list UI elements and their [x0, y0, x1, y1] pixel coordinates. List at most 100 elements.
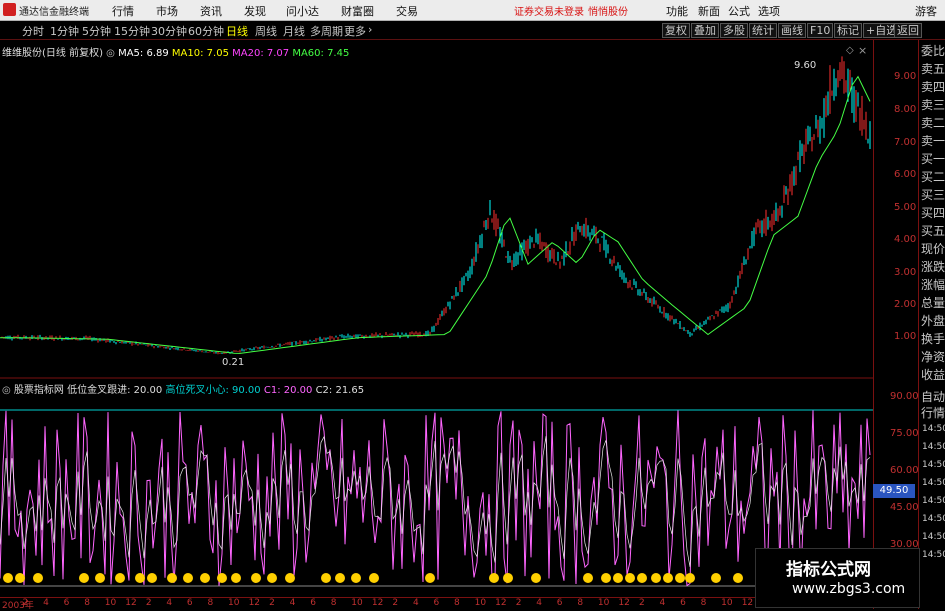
price-tick: 7.00	[894, 137, 917, 148]
side-label[interactable]: 涨跌	[921, 260, 945, 274]
time-axis-label: 8	[330, 598, 337, 608]
menu-news[interactable]: 资讯	[200, 3, 222, 19]
app-logo-icon	[3, 3, 16, 16]
smiley-signal-icon	[425, 573, 435, 583]
period-tab[interactable]: 15分钟	[114, 23, 150, 39]
menu-market[interactable]: 市场	[156, 3, 178, 19]
price-axis: 9.00 8.00 7.00 6.00 5.00 4.00 3.00 2.00 …	[873, 40, 919, 609]
time-axis-label: 10	[721, 598, 733, 608]
time-axis-label: 8	[84, 598, 90, 608]
osc-param: C1: 20.00	[263, 385, 313, 396]
smiley-signal-icon	[3, 573, 13, 583]
side-label[interactable]: 买五	[921, 224, 945, 238]
time-label: 14:50	[922, 496, 945, 506]
auto-label[interactable]: 自动	[921, 388, 945, 405]
smiley-signal-icon	[15, 573, 25, 583]
time-axis-label: 6	[433, 598, 440, 608]
draw-button[interactable]: 画线	[778, 23, 806, 38]
back-button[interactable]: 返回	[894, 23, 922, 38]
period-tab[interactable]: 30分钟	[151, 23, 187, 39]
menu-functions[interactable]: 功能	[666, 3, 688, 19]
time-axis-label: 4	[166, 598, 173, 608]
guest-label[interactable]: 游客	[915, 3, 937, 19]
smiley-signal-icon	[285, 573, 295, 583]
menu-new-face[interactable]: 新面	[698, 3, 720, 19]
time-axis-label: 12	[371, 598, 384, 608]
smiley-signal-icon	[369, 573, 379, 583]
smiley-signal-icon	[115, 573, 125, 583]
time-axis-label: 10	[474, 598, 487, 608]
menu-trade[interactable]: 交易	[396, 3, 418, 19]
smiley-signal-icon	[267, 573, 277, 583]
side-label[interactable]: 外盘	[921, 314, 945, 328]
menu-wealth[interactable]: 财富圈	[341, 3, 374, 19]
time-axis-label: 10	[597, 598, 610, 608]
kline-title: 维维股份(日线 前复权)	[2, 48, 103, 59]
time-axis-label: 4	[536, 598, 542, 608]
overlay-button[interactable]: 叠加	[691, 23, 719, 38]
time-label: 14:50	[922, 532, 945, 542]
side-label[interactable]: 收益	[921, 368, 945, 382]
side-label[interactable]: 买四	[921, 206, 945, 220]
smiley-signal-icon	[79, 573, 89, 583]
side-label[interactable]: 委比	[921, 44, 945, 58]
side-label[interactable]: 买二	[921, 170, 945, 184]
time-axis-label: 6	[186, 598, 193, 608]
time-axis-label: 2003年	[2, 601, 34, 611]
adjust-button[interactable]: 复权	[662, 23, 690, 38]
period-tab[interactable]: 周线	[255, 23, 277, 39]
period-tab[interactable]: 多周期	[310, 23, 343, 39]
app-title: 通达信金融终端	[19, 7, 89, 18]
ma5-label: MA5: 6.89	[118, 48, 169, 59]
time-axis-label: 6	[310, 598, 316, 608]
side-label[interactable]: 卖五	[921, 62, 945, 76]
time-label: 14:50	[922, 478, 945, 488]
settings-icon[interactable]: ◎	[106, 48, 118, 59]
period-tab[interactable]: 1分钟	[50, 23, 79, 39]
side-label[interactable]: 现价	[921, 242, 945, 256]
diamond-icon[interactable]: ◇	[846, 45, 854, 56]
chevron-right-icon[interactable]: ›	[368, 23, 372, 36]
f10-button[interactable]: F10	[807, 23, 834, 38]
close-icon[interactable]: ×	[858, 44, 867, 57]
ma10-label: MA10: 7.05	[171, 48, 229, 59]
time-axis-label: 10	[351, 598, 363, 608]
quotes-label[interactable]: 行情	[921, 404, 945, 421]
smiley-signal-icon	[351, 573, 361, 583]
multi-stock-button[interactable]: 多股	[720, 23, 748, 38]
time-axis-label: 2	[145, 598, 152, 608]
side-label[interactable]: 卖一	[921, 134, 945, 148]
high-price-label: 9.60	[794, 60, 817, 71]
chart-area[interactable]	[0, 40, 873, 597]
menu-discover[interactable]: 发现	[244, 3, 266, 19]
side-label[interactable]: 换手	[921, 332, 945, 346]
menu-quotes[interactable]: 行情	[112, 3, 134, 19]
period-tab-more[interactable]: 更多	[344, 23, 366, 39]
side-label[interactable]: 净资	[921, 350, 945, 364]
period-tab[interactable]: 分时	[22, 23, 44, 39]
side-label[interactable]: 买一	[921, 152, 945, 166]
settings-icon[interactable]: ◎	[2, 385, 14, 396]
mark-button[interactable]: 标记	[834, 23, 862, 38]
time-axis-label: 12	[248, 598, 261, 608]
side-label[interactable]: 卖三	[921, 98, 945, 112]
price-tick: 4.00	[894, 234, 917, 245]
period-tab[interactable]: 5分钟	[82, 23, 111, 39]
menu-formula[interactable]: 公式	[728, 3, 750, 19]
menu-options[interactable]: 选项	[758, 3, 780, 19]
time-axis-label: 2	[269, 598, 275, 608]
period-tab[interactable]: 月线	[283, 23, 305, 39]
period-tab-daily[interactable]: 日线	[226, 23, 248, 39]
menu-ask[interactable]: 问小达	[286, 3, 319, 19]
side-label[interactable]: 卖二	[921, 116, 945, 130]
osc-param: 低位金叉跟进: 20.00	[67, 385, 163, 396]
side-label[interactable]: 涨幅	[921, 278, 945, 292]
side-label[interactable]: 买三	[921, 188, 945, 202]
stats-button[interactable]: 统计	[749, 23, 777, 38]
login-warning[interactable]: 证券交易未登录	[514, 3, 584, 18]
period-tab[interactable]: 60分钟	[188, 23, 224, 39]
side-label[interactable]: 卖四	[921, 80, 945, 94]
time-axis-label: 12	[618, 598, 630, 608]
side-label[interactable]: 总量	[921, 296, 945, 310]
time-axis-label: 12	[125, 598, 137, 608]
